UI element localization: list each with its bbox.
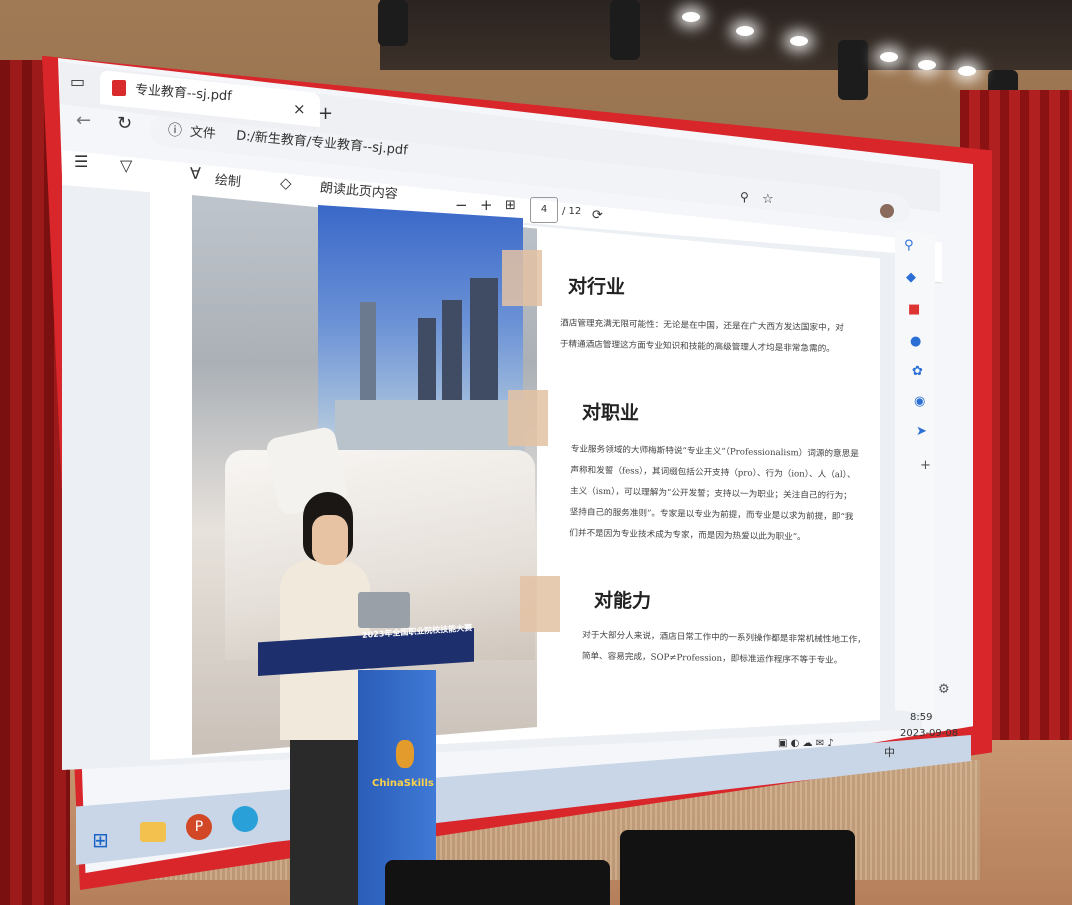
spotlight (880, 52, 898, 62)
floor-monitor (620, 830, 855, 905)
settings-icon[interactable]: ⚙ (938, 682, 950, 697)
laptop (358, 592, 410, 628)
page-total: / 12 (562, 206, 582, 217)
skyline-building (442, 300, 462, 400)
info-icon[interactable]: ⓘ (168, 120, 182, 140)
accent-block (502, 250, 542, 306)
section-title: 对职业 (581, 401, 640, 425)
rotate-icon[interactable]: ⟳ (592, 208, 603, 223)
spotlight (790, 36, 808, 46)
profile-avatar[interactable] (880, 204, 894, 218)
ime-indicator[interactable]: 中 (884, 744, 895, 760)
spotlight (682, 12, 700, 22)
sidebar-outlook-icon[interactable]: ◉ (914, 394, 925, 409)
sidebar-discover-icon[interactable]: ◆ (906, 270, 916, 285)
section-title: 对能力 (593, 589, 652, 613)
fit-icon[interactable]: ⊞ (505, 198, 516, 213)
sidebar-tools-icon[interactable]: ✿ (912, 364, 923, 379)
skyline-building (470, 278, 498, 403)
back-icon[interactable]: ← (76, 110, 91, 131)
close-tab-icon[interactable]: × (293, 100, 306, 118)
draw-icon[interactable]: ∀ (190, 164, 201, 183)
pdf-file-icon (112, 80, 126, 96)
zoom-in-icon[interactable]: + (480, 196, 493, 214)
new-tab-icon[interactable]: + (318, 103, 333, 124)
favorite-icon[interactable]: ☆ (762, 192, 774, 207)
refresh-icon[interactable]: ↻ (117, 113, 132, 134)
skyline-building (418, 318, 436, 403)
windows-start-icon[interactable]: ⊞ (92, 828, 109, 852)
contents-icon[interactable]: ☰ (74, 152, 88, 171)
sidebar-search-icon[interactable]: ⚲ (904, 238, 914, 253)
tab-icon[interactable]: ▭ (70, 72, 85, 91)
clock-time[interactable]: 8:59 (910, 712, 932, 723)
sidebar-send-icon[interactable]: ➤ (916, 424, 927, 439)
sidebar-add-icon[interactable]: + (920, 458, 931, 473)
sidebar-people-icon[interactable]: ● (910, 334, 921, 349)
spotlight (918, 60, 936, 70)
file-explorer-icon[interactable] (140, 822, 166, 842)
address-scheme: 文件 (189, 124, 217, 143)
speaker-face (312, 515, 348, 565)
spotlight (736, 26, 754, 36)
clock-date[interactable]: 2023-09-08 (900, 728, 958, 739)
section-body: 对于大部分人来说，酒店日常工作中的一系列操作都是非常机械性地工作，简单、容易完成… (581, 630, 866, 667)
highlight-icon[interactable]: ▽ (120, 156, 132, 175)
stage-lamp (378, 0, 408, 46)
sidebar-shopping-icon[interactable]: ■ (908, 302, 920, 317)
section-body: 酒店管理充满无限可能性：无论是在中国，还是在广大西方发达国家中，对于精通酒店管理… (559, 318, 844, 355)
section-body: 专业服务领域的大师梅斯特说“专业主义”（Professionalism）词源的意… (569, 444, 859, 543)
powerpoint-icon[interactable]: P (186, 814, 212, 840)
chinaskills-logo (396, 740, 414, 768)
floor-monitor (385, 860, 610, 905)
accent-block (508, 390, 548, 446)
search-icon[interactable]: ⚲ (740, 190, 749, 204)
accent-block (520, 576, 560, 632)
stage-lamp (610, 0, 640, 60)
spotlight (958, 66, 976, 76)
system-tray[interactable]: ▣ ◐ ☁ ✉ ♪ (778, 738, 898, 750)
eraser-icon[interactable]: ◇ (280, 174, 292, 192)
edge-icon[interactable] (232, 806, 258, 832)
section-title: 对行业 (567, 275, 626, 299)
lighting-truss (380, 0, 1072, 70)
skyline-tower (360, 302, 376, 402)
podium-brand: ChinaSkills (372, 778, 434, 789)
draw-label[interactable]: 绘制 (214, 169, 242, 190)
zoom-out-icon[interactable]: − (455, 196, 468, 214)
page-number-input[interactable]: 4 (530, 197, 558, 223)
stage-lamp (838, 40, 868, 100)
